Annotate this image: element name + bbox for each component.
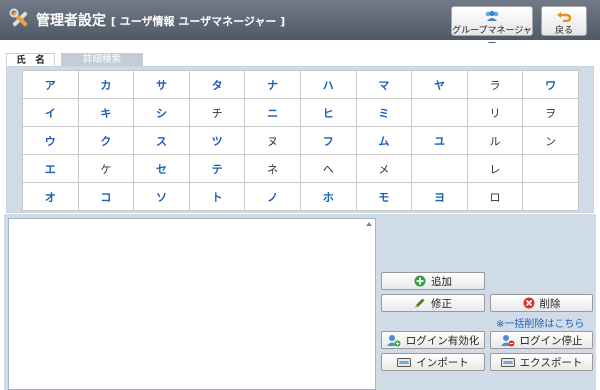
kana-row: ウクスツヌフムユルン xyxy=(22,126,579,155)
kana-cell[interactable]: ツ xyxy=(188,126,246,155)
kana-cell[interactable]: ス xyxy=(133,126,190,155)
kana-cell[interactable]: シ xyxy=(133,98,190,127)
edit-button[interactable]: 修正 xyxy=(381,294,485,312)
kana-cell[interactable]: フ xyxy=(299,126,357,155)
import-label: インポート xyxy=(416,356,469,369)
import-button[interactable]: インポート xyxy=(381,353,485,371)
kana-cell[interactable]: イ xyxy=(22,98,79,127)
kana-cell[interactable]: カ xyxy=(77,70,135,99)
kana-cell: ル xyxy=(466,126,524,155)
user-disable-icon xyxy=(500,334,514,346)
kana-cell: リ xyxy=(466,98,524,127)
kana-cell[interactable]: エ xyxy=(22,154,79,183)
kana-cell[interactable]: ニ xyxy=(244,98,301,127)
pencil-icon xyxy=(415,298,425,308)
kana-cell[interactable]: ク xyxy=(77,126,135,155)
kana-cell-empty xyxy=(411,154,468,183)
add-label: 追加 xyxy=(431,275,452,288)
kana-cell: ン xyxy=(522,126,579,155)
kana-cell[interactable]: ウ xyxy=(22,126,79,155)
user-list-area: 追加 修正 削除 ※一括削除はこちら ログイン有効化 ログイン停止 インポート … xyxy=(4,214,596,390)
add-icon xyxy=(414,275,426,287)
page-title-main: 管理者設定 xyxy=(36,13,106,29)
group-icon xyxy=(485,10,499,21)
kana-cell[interactable]: マ xyxy=(355,70,413,99)
kana-cell[interactable]: ホ xyxy=(299,182,357,211)
scroll-up-arrow-icon[interactable] xyxy=(366,222,372,226)
kana-cell: ケ xyxy=(77,154,135,183)
kana-cell: ヌ xyxy=(244,126,301,155)
kana-cell[interactable]: セ xyxy=(133,154,190,183)
kana-cell[interactable]: オ xyxy=(22,182,79,211)
header-bar: 管理者設定 [ ユーザ情報 ユーザマネージャー ] グループマネージャー 戻る xyxy=(0,0,600,49)
page-title-sub: [ ユーザ情報 ユーザマネージャー ] xyxy=(110,15,286,28)
group-manager-button[interactable]: グループマネージャー xyxy=(451,6,533,49)
kana-cell-empty xyxy=(522,154,579,183)
kana-row: イキシチニヒミ リヲ xyxy=(22,98,579,127)
kana-row: アカサタナハマヤラワ xyxy=(22,70,579,99)
kana-cell[interactable]: ミ xyxy=(355,98,413,127)
login-enable-button[interactable]: ログイン有効化 xyxy=(381,331,485,349)
delete-label: 削除 xyxy=(539,297,561,310)
kana-cell[interactable]: ヤ xyxy=(411,70,468,99)
kana-cell[interactable]: テ xyxy=(188,154,246,183)
kana-cell[interactable]: ア xyxy=(22,70,79,99)
kana-cell: ヘ xyxy=(299,154,357,183)
login-disable-button[interactable]: ログイン停止 xyxy=(490,331,593,349)
kana-cell: ネ xyxy=(244,154,301,183)
kana-cell: ラ xyxy=(466,70,524,99)
add-button[interactable]: 追加 xyxy=(381,272,485,290)
kana-cell[interactable]: ム xyxy=(355,126,413,155)
kana-row: オコソトノホモヨロ xyxy=(22,182,579,211)
kana-cell: チ xyxy=(188,98,246,127)
kana-cell[interactable]: サ xyxy=(133,70,190,99)
tools-icon xyxy=(9,8,28,27)
kana-cell-empty xyxy=(411,98,468,127)
kana-index-panel: アカサタナハマヤラワイキシチニヒミリヲウクスツヌフムユルンエケセテネヘメレオコソ… xyxy=(6,66,594,213)
kana-cell[interactable]: ハ xyxy=(299,70,357,99)
export-icon xyxy=(500,357,515,367)
back-arrow-icon xyxy=(557,12,572,22)
kana-cell: メ xyxy=(355,154,413,183)
kana-cell: ヲ xyxy=(522,98,579,127)
user-enable-icon xyxy=(386,334,401,346)
export-button[interactable]: エクスポート xyxy=(490,353,593,371)
login-disable-label: ログイン停止 xyxy=(519,334,583,347)
kana-cell[interactable]: ナ xyxy=(244,70,301,99)
tab-name[interactable]: 氏 名 xyxy=(6,53,55,66)
kana-cell[interactable]: ヨ xyxy=(411,182,468,211)
kana-cell[interactable]: ヒ xyxy=(299,98,357,127)
kana-cell: レ xyxy=(466,154,524,183)
kana-cell[interactable]: モ xyxy=(355,182,413,211)
back-button[interactable]: 戻る xyxy=(541,6,587,36)
kana-index-table: アカサタナハマヤラワイキシチニヒミリヲウクスツヌフムユルンエケセテネヘメレオコソ… xyxy=(22,70,579,211)
kana-cell[interactable]: タ xyxy=(188,70,246,99)
delete-button[interactable]: 削除 xyxy=(490,294,593,312)
kana-row: エケセテネヘメ レ xyxy=(22,154,579,183)
kana-cell[interactable]: コ xyxy=(77,182,135,211)
login-enable-label: ログイン有効化 xyxy=(405,334,480,347)
back-label: 戻る xyxy=(554,26,573,36)
kana-cell[interactable]: ユ xyxy=(411,126,468,155)
kana-cell[interactable]: ワ xyxy=(522,70,579,99)
kana-cell[interactable]: ソ xyxy=(133,182,190,211)
kana-cell[interactable]: ノ xyxy=(244,182,301,211)
user-list[interactable] xyxy=(8,218,376,390)
delete-icon xyxy=(523,297,534,309)
kana-cell: ロ xyxy=(466,182,524,211)
export-label: エクスポート xyxy=(519,356,583,369)
kana-cell[interactable]: キ xyxy=(77,98,135,127)
group-manager-label: グループマネージャー xyxy=(452,26,532,49)
import-icon xyxy=(397,357,412,367)
kana-cell[interactable]: ト xyxy=(188,182,246,211)
edit-label: 修正 xyxy=(431,297,452,310)
kana-cell-empty xyxy=(522,182,579,211)
bulk-delete-link[interactable]: ※一括削除はこちら xyxy=(496,315,584,330)
tab-detail-search[interactable]: 詳細検索 xyxy=(61,53,143,66)
page-title: 管理者設定 [ ユーザ情報 ユーザマネージャー ] xyxy=(36,10,285,30)
